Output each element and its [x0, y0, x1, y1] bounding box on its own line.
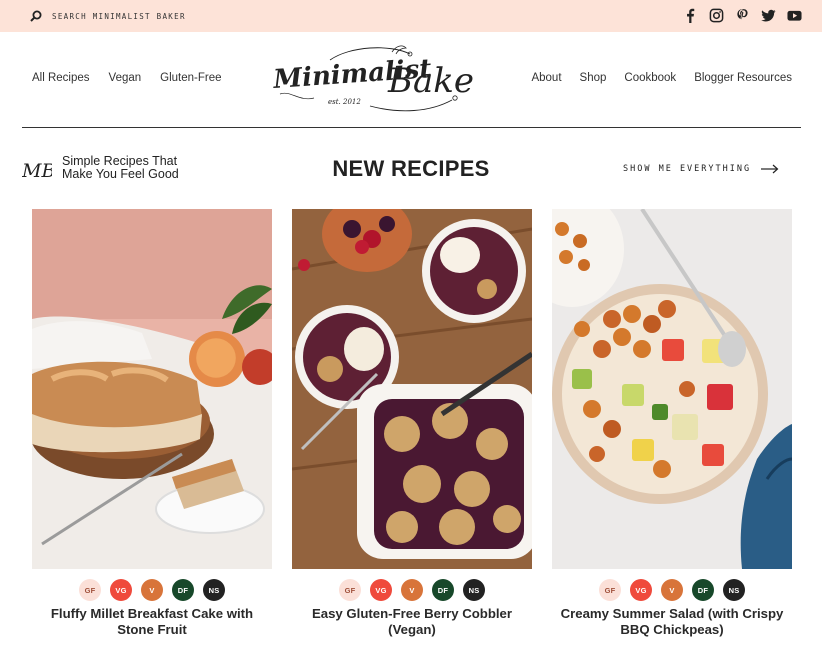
- badge-nut-free: NS: [723, 579, 745, 601]
- badge-dairy-free: DF: [692, 579, 714, 601]
- twitter-icon[interactable]: [760, 7, 776, 23]
- top-bar: SEARCH MINIMALIST BAKER: [0, 0, 822, 32]
- dietary-badges: GF VG V DF NS: [32, 579, 272, 601]
- nav-all-recipes[interactable]: All Recipes: [32, 72, 90, 84]
- badge-gluten-free: GF: [339, 579, 361, 601]
- recipe-card[interactable]: GF VG V DF NS Creamy Summer Salad (with …: [552, 209, 792, 638]
- dietary-badges: GF VG V DF NS: [552, 579, 792, 601]
- tagline: Simple Recipes That Make You Feel Good: [62, 155, 179, 181]
- recipe-title-line-1: Easy Gluten-Free Berry Cobbler: [311, 606, 513, 621]
- logo-est: est. 2012: [328, 98, 361, 106]
- recipe-title[interactable]: Creamy Summer Salad (with Crispy BBQ Chi…: [552, 606, 792, 638]
- search-field[interactable]: SEARCH MINIMALIST BAKER: [30, 9, 186, 23]
- recipe-title-line-2: BBQ Chickpeas): [620, 622, 724, 637]
- show-everything-link[interactable]: SHOW ME EVERYTHING: [623, 164, 779, 174]
- badge-vegan: VG: [110, 579, 132, 601]
- badge-vegan: VG: [630, 579, 652, 601]
- recipe-card[interactable]: GF VG V DF NS Fluffy Millet Breakfast Ca…: [32, 209, 272, 638]
- mb-monogram: MB: [21, 155, 55, 183]
- nav-blogger-resources[interactable]: Blogger Resources: [694, 72, 792, 84]
- nav-vegan[interactable]: Vegan: [109, 72, 142, 84]
- recipe-title-line-2: (Vegan): [388, 622, 436, 637]
- site-logo[interactable]: Minimalist Baker est. 2012: [270, 42, 492, 116]
- badge-gluten-free: GF: [599, 579, 621, 601]
- search-placeholder: SEARCH MINIMALIST BAKER: [52, 11, 186, 21]
- social-links: [682, 7, 802, 23]
- badge-vegan: VG: [370, 579, 392, 601]
- badge-gluten-free: GF: [79, 579, 101, 601]
- recipe-title[interactable]: Easy Gluten-Free Berry Cobbler (Vegan): [292, 606, 532, 638]
- recipe-title-line-1: Creamy Summer Salad (with Crispy: [560, 606, 784, 621]
- tagline-line-2: Make You Feel Good: [62, 167, 179, 181]
- badge-vegetarian: V: [401, 579, 423, 601]
- recipe-photo[interactable]: [292, 209, 532, 569]
- pinterest-icon[interactable]: [734, 7, 750, 23]
- facebook-icon[interactable]: [682, 7, 698, 23]
- recipe-photo[interactable]: [32, 209, 272, 569]
- badge-dairy-free: DF: [172, 579, 194, 601]
- badge-dairy-free: DF: [432, 579, 454, 601]
- youtube-icon[interactable]: [786, 7, 802, 23]
- arrow-right-icon: [761, 164, 779, 174]
- dietary-badges: GF VG V DF NS: [292, 579, 532, 601]
- recipe-photo[interactable]: [552, 209, 792, 569]
- badge-vegetarian: V: [661, 579, 683, 601]
- nav-gluten-free[interactable]: Gluten-Free: [160, 72, 221, 84]
- recipe-title-line-1: Fluffy Millet Breakfast Cake with: [50, 606, 254, 621]
- instagram-icon[interactable]: [708, 7, 724, 23]
- recipe-title-line-2: Stone Fruit: [117, 622, 187, 637]
- recipe-title[interactable]: Fluffy Millet Breakfast Cake with Stone …: [32, 606, 272, 638]
- recipe-card[interactable]: GF VG V DF NS Easy Gluten-Free Berry Cob…: [292, 209, 532, 638]
- badge-vegetarian: V: [141, 579, 163, 601]
- nav-cookbook[interactable]: Cookbook: [624, 72, 676, 84]
- nav-shop[interactable]: Shop: [580, 72, 607, 84]
- badge-nut-free: NS: [203, 579, 225, 601]
- secondary-nav: About Shop Cookbook Blogger Resources: [513, 72, 792, 84]
- mb-monogram-text: MB: [22, 160, 52, 182]
- header-divider: [22, 127, 801, 128]
- search-icon: [30, 10, 42, 22]
- logo-word-2: Baker: [387, 61, 476, 101]
- primary-nav: All Recipes Vegan Gluten-Free: [32, 72, 241, 84]
- show-everything-label: SHOW ME EVERYTHING: [623, 164, 752, 174]
- nav-about[interactable]: About: [531, 72, 561, 84]
- badge-nut-free: NS: [463, 579, 485, 601]
